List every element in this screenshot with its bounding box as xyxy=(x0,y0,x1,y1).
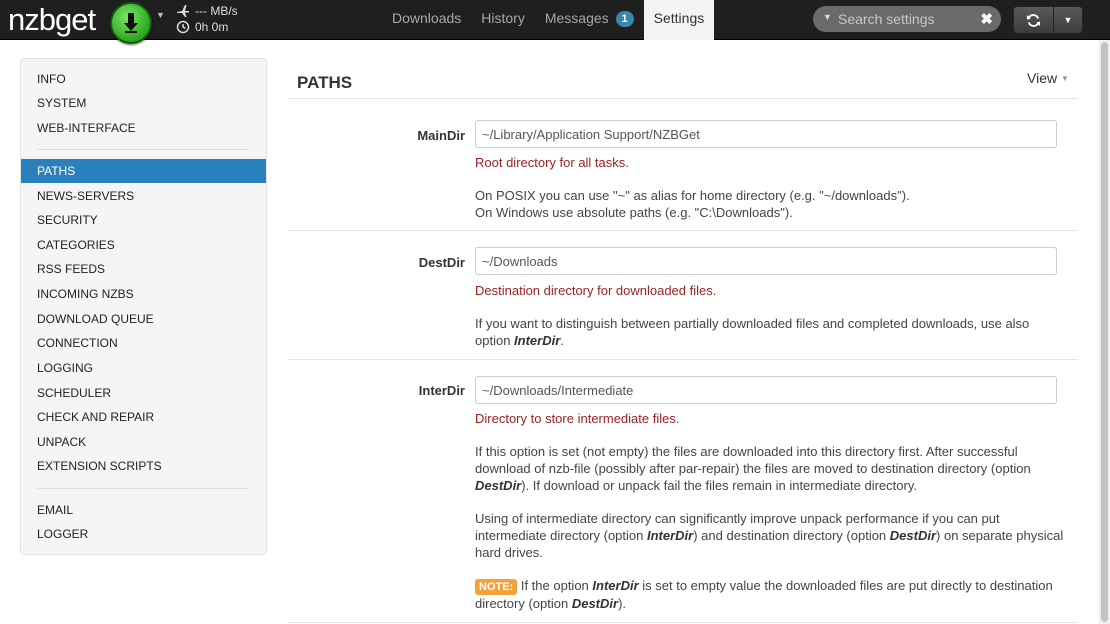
sidebar-item-logger[interactable]: LOGGER xyxy=(21,522,266,546)
page-title: PATHS xyxy=(297,73,353,92)
sidebar-item-connection[interactable]: CONNECTION xyxy=(21,331,266,355)
option-description-interdir: If this option is set (not empty) the fi… xyxy=(475,444,1031,493)
messages-count-badge: 1 xyxy=(615,11,634,27)
sidebar-item-paths[interactable]: PATHS xyxy=(21,159,266,183)
option-reference: InterDir xyxy=(646,528,694,543)
note-badge: NOTE: xyxy=(475,579,518,595)
refresh-menu-caret-icon[interactable]: ▼ xyxy=(1054,7,1082,33)
option-reference: DestDir xyxy=(889,528,937,543)
option-note-interdir: NOTE: If the option InterDir is set to e… xyxy=(475,578,1053,611)
refresh-button-group: ▼ xyxy=(1013,6,1083,34)
main-tabs: Downloads History Messages 1 Settings xyxy=(382,0,715,40)
page-scrollbar[interactable] xyxy=(1099,40,1110,624)
settings-sidebar: INFO SYSTEM WEB-INTERFACE PATHS NEWS-SER… xyxy=(20,58,267,555)
sidebar-item-system[interactable]: SYSTEM xyxy=(21,91,266,115)
option-reference: DestDir xyxy=(475,478,522,493)
option-description-interdir-performance: Using of intermediate directory can sign… xyxy=(475,511,1064,560)
option-reference: InterDir xyxy=(592,578,639,593)
option-help-maindir: Root directory for all tasks. xyxy=(475,155,629,170)
download-toggle-button[interactable] xyxy=(110,2,152,44)
sidebar-item-download-queue[interactable]: DOWNLOAD QUEUE xyxy=(21,307,266,331)
top-navbar: nzbget ▼ --- MB/s 0h 0m Downloads Histor… xyxy=(0,0,1110,44)
app-logo[interactable]: nzbget xyxy=(8,2,96,38)
sidebar-divider xyxy=(37,149,249,150)
download-arrow-icon xyxy=(124,13,138,33)
download-menu-caret-icon[interactable]: ▼ xyxy=(156,10,165,20)
scrollbar-thumb[interactable] xyxy=(1101,42,1108,622)
sidebar-item-extension-scripts[interactable]: EXTENSION SCRIPTS xyxy=(21,454,266,478)
destdir-input[interactable] xyxy=(475,247,1057,275)
interdir-input[interactable] xyxy=(475,376,1057,404)
option-reference: InterDir xyxy=(514,333,561,348)
airplane-icon xyxy=(177,5,189,17)
clear-search-icon[interactable]: ✖ xyxy=(980,10,993,28)
maindir-input[interactable] xyxy=(475,120,1057,148)
sidebar-item-scheduler[interactable]: SCHEDULER xyxy=(21,381,266,405)
search-input[interactable]: Search settings xyxy=(838,11,935,27)
option-reference: DestDir xyxy=(571,596,619,611)
option-description-maindir: On POSIX you can use "~" as alias for ho… xyxy=(475,188,910,220)
sidebar-item-web-interface[interactable]: WEB-INTERFACE xyxy=(21,116,266,140)
sidebar-item-unpack[interactable]: UNPACK xyxy=(21,430,266,454)
option-divider xyxy=(288,359,1078,360)
option-help-interdir: Directory to store intermediate files. xyxy=(475,411,680,426)
section-divider xyxy=(288,98,1078,99)
view-caret-icon: ▼ xyxy=(1060,74,1069,83)
option-divider xyxy=(288,622,1078,623)
sidebar-item-incoming-nzbs[interactable]: INCOMING NZBS xyxy=(21,282,266,306)
clock-icon xyxy=(176,20,190,34)
speed-value: --- MB/s xyxy=(195,4,238,18)
option-divider xyxy=(288,230,1078,231)
sidebar-item-email[interactable]: EMAIL xyxy=(21,498,266,522)
sidebar-item-rss-feeds[interactable]: RSS FEEDS xyxy=(21,257,266,281)
sidebar-item-news-servers[interactable]: NEWS-SERVERS xyxy=(21,184,266,208)
sidebar-item-info[interactable]: INFO xyxy=(21,67,266,91)
speed-status[interactable]: --- MB/s 0h 0m xyxy=(176,3,238,35)
tab-downloads[interactable]: Downloads xyxy=(382,0,471,40)
view-menu-button[interactable]: View ▼ xyxy=(1027,70,1069,86)
sidebar-item-logging[interactable]: LOGGING xyxy=(21,356,266,380)
sidebar-item-security[interactable]: SECURITY xyxy=(21,208,266,232)
tab-settings[interactable]: Settings xyxy=(643,0,715,40)
tab-messages[interactable]: Messages 1 xyxy=(535,0,644,40)
tab-history[interactable]: History xyxy=(471,0,535,40)
option-label-destdir: DestDir xyxy=(418,255,465,270)
refresh-icon xyxy=(1026,13,1041,27)
refresh-button[interactable] xyxy=(1014,7,1054,33)
time-left-value: 0h 0m xyxy=(195,20,229,34)
search-options-caret-icon[interactable]: ▼ xyxy=(823,12,832,22)
sidebar-item-categories[interactable]: CATEGORIES xyxy=(21,233,266,257)
search-settings-field[interactable]: ▼ Search settings ✖ xyxy=(813,6,1001,32)
sidebar-item-check-and-repair[interactable]: CHECK AND REPAIR xyxy=(21,405,266,429)
option-label-interdir: InterDir xyxy=(418,383,465,398)
option-label-maindir: MainDir xyxy=(417,128,465,143)
option-help-destdir: Destination directory for downloaded fil… xyxy=(475,283,717,298)
sidebar-divider xyxy=(37,488,249,489)
settings-content: PATHS View ▼ MainDir Root directory for … xyxy=(288,58,1078,624)
option-description-destdir: If you want to distinguish between parti… xyxy=(475,316,1030,348)
